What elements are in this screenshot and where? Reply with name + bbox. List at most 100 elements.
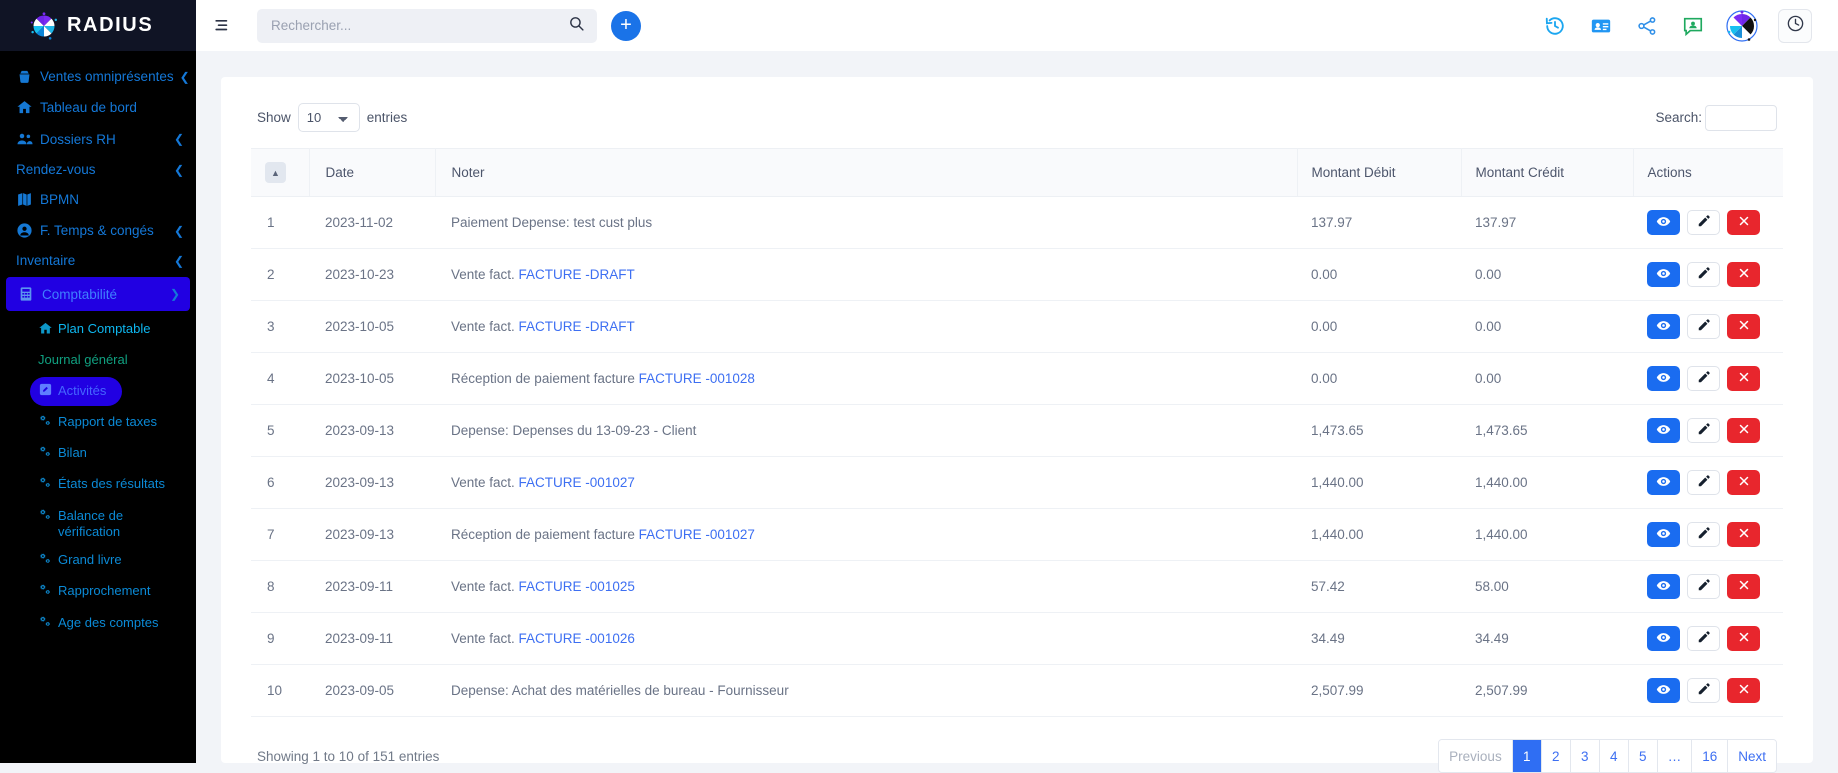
view-button[interactable] — [1647, 678, 1680, 703]
invoice-link[interactable]: FACTURE -001025 — [519, 579, 635, 594]
sidebar-item-comptabilite[interactable]: Comptabilité ❯ — [6, 277, 190, 311]
sidebar-item-dossiers-rh[interactable]: Dossiers RH ❮ — [0, 123, 196, 155]
row-actions — [1633, 248, 1783, 301]
row-date: 2023-10-23 — [309, 248, 435, 301]
row-actions — [1633, 612, 1783, 665]
invoice-link[interactable]: FACTURE -001026 — [519, 631, 635, 646]
column-header-noter[interactable]: Noter — [435, 148, 1298, 197]
share-icon[interactable] — [1634, 13, 1660, 39]
pagination-button-1[interactable]: 1 — [1512, 740, 1542, 772]
delete-button[interactable] — [1727, 262, 1760, 287]
column-header-sort[interactable]: ▲ — [251, 148, 310, 197]
add-button[interactable]: + — [611, 10, 641, 41]
sidebar-item-activites[interactable]: Activités — [30, 376, 123, 406]
edit-button[interactable] — [1687, 626, 1720, 651]
sidebar-item-tableau-de-bord[interactable]: Tableau de bord — [0, 92, 196, 123]
delete-button[interactable] — [1727, 678, 1760, 703]
edit-button[interactable] — [1687, 262, 1720, 287]
column-header-date[interactable]: Date — [309, 148, 436, 197]
search-icon[interactable] — [568, 15, 585, 37]
sidebar-item-rapprochement[interactable]: Rapprochement — [0, 577, 196, 608]
table-row: 5 2023-09-13 Depense: Depenses du 13-09-23… — [251, 404, 1783, 457]
view-button[interactable] — [1647, 470, 1680, 495]
edit-button[interactable] — [1687, 678, 1720, 703]
delete-button[interactable] — [1727, 626, 1760, 651]
pagination-button-2[interactable]: 2 — [1541, 740, 1571, 772]
sidebar-item-rapport-de-taxes[interactable]: Rapport de taxes — [0, 408, 196, 439]
sidebar-item-age-des-comptes[interactable]: Age des comptes — [0, 609, 196, 640]
sidebar-item-balance-de-verification[interactable]: Balance de vérification — [0, 502, 196, 547]
global-search[interactable] — [257, 8, 597, 43]
delete-button[interactable] — [1727, 210, 1760, 235]
view-button[interactable] — [1647, 366, 1680, 391]
invoice-link[interactable]: FACTURE -001027 — [519, 475, 635, 490]
sidebar-subitem-label: Journal général — [38, 352, 128, 368]
sidebar-item-f-temps-conges[interactable]: F. Temps & congés ❮ — [0, 215, 196, 246]
row-index: 5 — [251, 404, 309, 457]
table-search-input[interactable] — [1705, 104, 1777, 131]
view-button[interactable] — [1647, 262, 1680, 287]
row-date: 2023-10-05 — [309, 300, 435, 353]
pagination-button-4[interactable]: 4 — [1599, 740, 1629, 772]
pagination-button-[interactable]: … — [1657, 740, 1693, 772]
sidebar-item-bilan[interactable]: Bilan — [0, 439, 196, 470]
view-button[interactable] — [1647, 574, 1680, 599]
edit-button[interactable] — [1687, 470, 1720, 495]
invoice-link[interactable]: FACTURE -DRAFT — [519, 319, 635, 334]
chat-user-icon[interactable] — [1680, 13, 1706, 39]
hamburger-menu-icon[interactable] — [209, 13, 235, 39]
pagination-button-previous[interactable]: Previous — [1439, 740, 1513, 772]
view-button[interactable] — [1647, 210, 1680, 235]
edit-button[interactable] — [1687, 314, 1720, 339]
edit-button[interactable] — [1687, 418, 1720, 443]
sidebar-item-journal-general[interactable]: Journal général — [0, 346, 196, 374]
chevron-up-icon[interactable]: ▲ — [265, 162, 286, 183]
edit-button[interactable] — [1687, 574, 1720, 599]
delete-button[interactable] — [1727, 522, 1760, 547]
column-header-montant-credit[interactable]: Montant Crédit — [1461, 148, 1634, 197]
delete-button[interactable] — [1727, 366, 1760, 391]
view-button[interactable] — [1647, 626, 1680, 651]
invoice-link[interactable]: FACTURE -DRAFT — [519, 267, 635, 282]
view-button[interactable] — [1647, 522, 1680, 547]
row-actions — [1633, 560, 1783, 613]
delete-button[interactable] — [1727, 314, 1760, 339]
sidebar-item-inventaire[interactable]: Inventaire ❮ — [0, 246, 196, 275]
page-length-select[interactable]: 102550100 — [297, 103, 360, 132]
column-header-montant-debit[interactable]: Montant Débit — [1297, 148, 1462, 197]
pagination-button-3[interactable]: 3 — [1570, 740, 1600, 772]
contact-card-icon[interactable] — [1588, 13, 1614, 39]
eye-icon — [1656, 682, 1671, 700]
brand-header[interactable]: RADIUS — [0, 0, 196, 51]
sidebar-item-ventes-omnipresentes[interactable]: Ventes omniprésentes ❮ — [0, 61, 196, 92]
avatar-logo-icon[interactable] — [1726, 9, 1758, 42]
edit-button[interactable] — [1687, 210, 1720, 235]
basket-icon — [16, 68, 40, 85]
sidebar-subitem-label: États des résultats — [58, 476, 165, 492]
delete-button[interactable] — [1727, 574, 1760, 599]
pagination-button-5[interactable]: 5 — [1628, 740, 1658, 772]
sidebar-item-grand-livre[interactable]: Grand livre — [0, 546, 196, 577]
invoice-link[interactable]: FACTURE -001027 — [639, 527, 755, 542]
sidebar-item-rendez-vous[interactable]: Rendez-vous ❮ — [0, 155, 196, 184]
invoice-link[interactable]: FACTURE -001028 — [639, 371, 755, 386]
edit-button[interactable] — [1687, 366, 1720, 391]
delete-button[interactable] — [1727, 418, 1760, 443]
sidebar-subitem-label: Rapport de taxes — [58, 413, 158, 429]
clock-button[interactable] — [1778, 8, 1812, 43]
row-date: 2023-09-13 — [309, 508, 435, 561]
edit-button[interactable] — [1687, 522, 1720, 547]
plus-icon: + — [620, 13, 632, 36]
view-button[interactable] — [1647, 418, 1680, 443]
sidebar-item-plan-comptable[interactable]: Plan Comptable — [0, 315, 196, 346]
pagination-button-next[interactable]: Next — [1728, 740, 1776, 772]
pagination-button-16[interactable]: 16 — [1692, 740, 1729, 772]
sidebar: RADIUS Ventes omniprésentes ❮ Tableau de… — [0, 0, 196, 763]
sidebar-item-bpmn[interactable]: BPMN — [0, 184, 196, 215]
delete-button[interactable] — [1727, 470, 1760, 495]
history-icon[interactable] — [1542, 13, 1568, 39]
view-button[interactable] — [1647, 314, 1680, 339]
sidebar-item-etats-des-resultats[interactable]: États des résultats — [0, 470, 196, 501]
close-x-icon — [1737, 474, 1751, 491]
search-input[interactable] — [269, 17, 568, 34]
